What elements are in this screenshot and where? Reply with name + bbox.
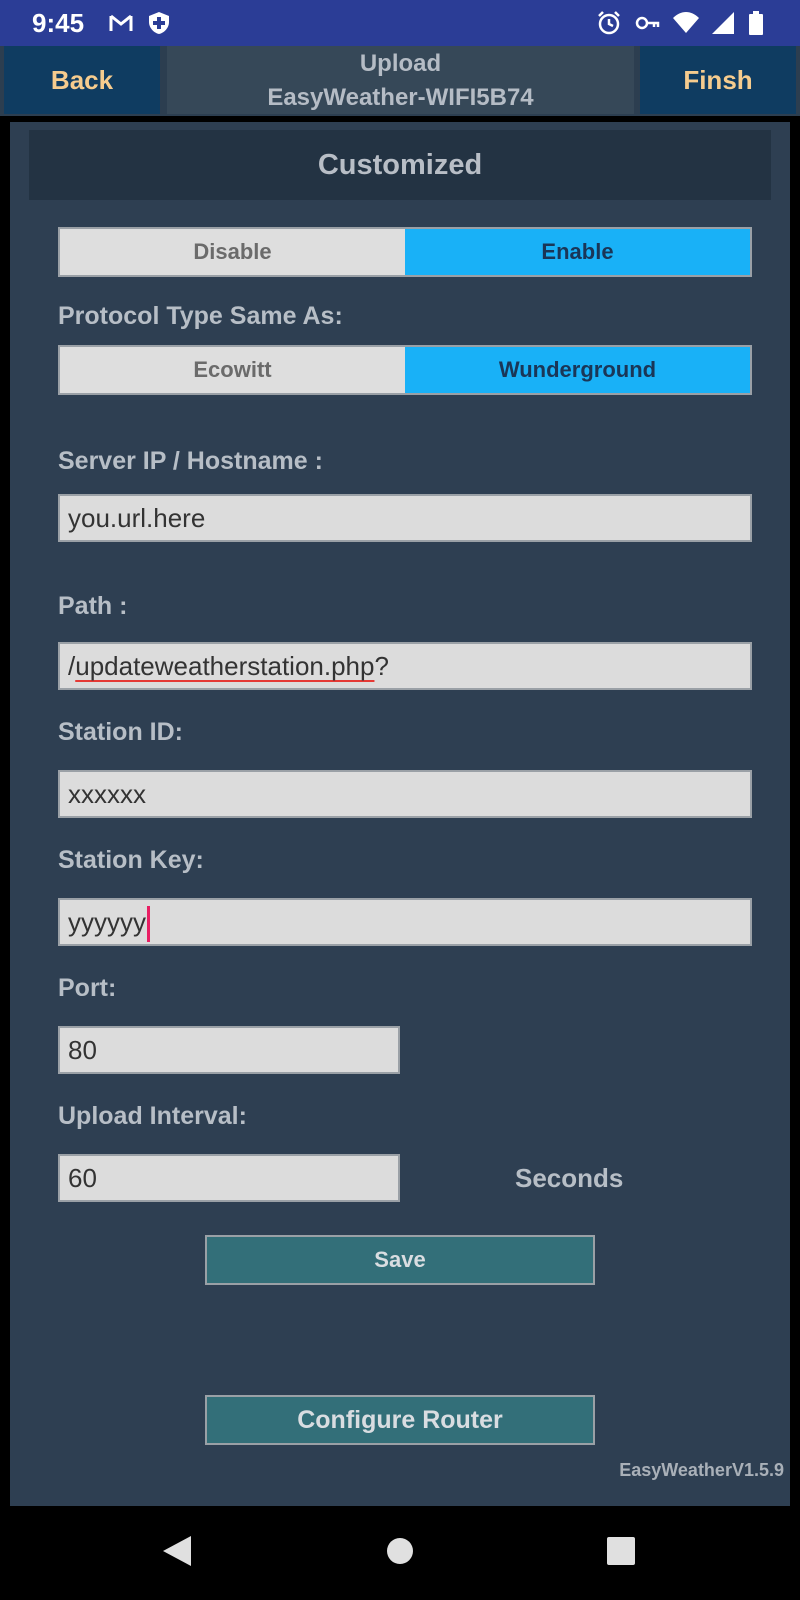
upload-interval-input[interactable]: 60 — [58, 1154, 400, 1202]
gmail-icon — [108, 10, 134, 36]
station-key-value: yyyyyy — [68, 907, 146, 937]
save-button[interactable]: Save — [205, 1235, 595, 1285]
header-title-line1: Upload — [359, 50, 442, 77]
nav-recents-button[interactable] — [576, 1506, 666, 1600]
back-button[interactable]: Back — [4, 46, 160, 114]
version-label: EasyWeatherV1.5.9 — [619, 1460, 784, 1480]
wifi-icon — [672, 10, 699, 36]
alarm-icon — [596, 10, 622, 36]
server-input[interactable]: you.url.here — [58, 494, 752, 542]
battery-icon — [748, 10, 774, 36]
section-title: Customized — [29, 130, 771, 200]
port-input[interactable]: 80 — [58, 1026, 400, 1074]
enable-option[interactable]: Enable — [405, 229, 750, 275]
path-label: Path : — [58, 592, 128, 620]
path-input[interactable]: /updateweatherstation.php? — [58, 642, 752, 690]
settings-panel: Customized Disable Enable Protocol Type … — [10, 122, 790, 1506]
enable-toggle: Disable Enable — [58, 227, 752, 277]
status-bar: 9:45 — [0, 0, 800, 46]
recents-square-icon — [606, 1536, 636, 1571]
vpn-key-icon — [634, 10, 660, 36]
station-key-label: Station Key: — [58, 846, 204, 874]
back-triangle-icon — [161, 1534, 193, 1573]
home-circle-icon — [385, 1536, 415, 1571]
port-label: Port: — [58, 974, 117, 1002]
station-key-input[interactable]: yyyyyy — [58, 898, 752, 946]
signal-icon — [710, 10, 736, 36]
status-time: 9:45 — [32, 8, 85, 38]
app-header: Back Upload EasyWeather-WIFI5B74 Finsh — [0, 46, 800, 116]
protocol-selector: Ecowitt Wunderground — [58, 345, 752, 395]
station-id-label: Station ID: — [58, 718, 183, 746]
status-right-icons — [596, 10, 774, 36]
path-suffix: ? — [374, 651, 389, 681]
seconds-unit-label: Seconds — [515, 1163, 624, 1193]
wunderground-option[interactable]: Wunderground — [405, 347, 750, 393]
station-id-input[interactable]: xxxxxx — [58, 770, 752, 818]
nav-back-button[interactable] — [132, 1506, 222, 1600]
upload-interval-label: Upload Interval: — [58, 1102, 247, 1130]
header-title-line2: EasyWeather-WIFI5B74 — [267, 84, 534, 111]
nav-home-button[interactable] — [355, 1506, 445, 1600]
protocol-label: Protocol Type Same As: — [58, 302, 343, 330]
text-cursor — [147, 906, 150, 943]
shield-icon — [146, 10, 172, 36]
ecowitt-option[interactable]: Ecowitt — [60, 347, 405, 393]
server-label: Server IP / Hostname : — [58, 447, 323, 475]
finish-button[interactable]: Finsh — [640, 46, 796, 114]
status-left-icons — [108, 10, 172, 36]
header-title: Upload EasyWeather-WIFI5B74 — [167, 46, 634, 114]
path-main: updateweatherstation.php — [75, 651, 375, 681]
system-nav-bar — [0, 1506, 800, 1600]
configure-router-button[interactable]: Configure Router — [205, 1395, 595, 1445]
disable-option[interactable]: Disable — [60, 229, 405, 275]
